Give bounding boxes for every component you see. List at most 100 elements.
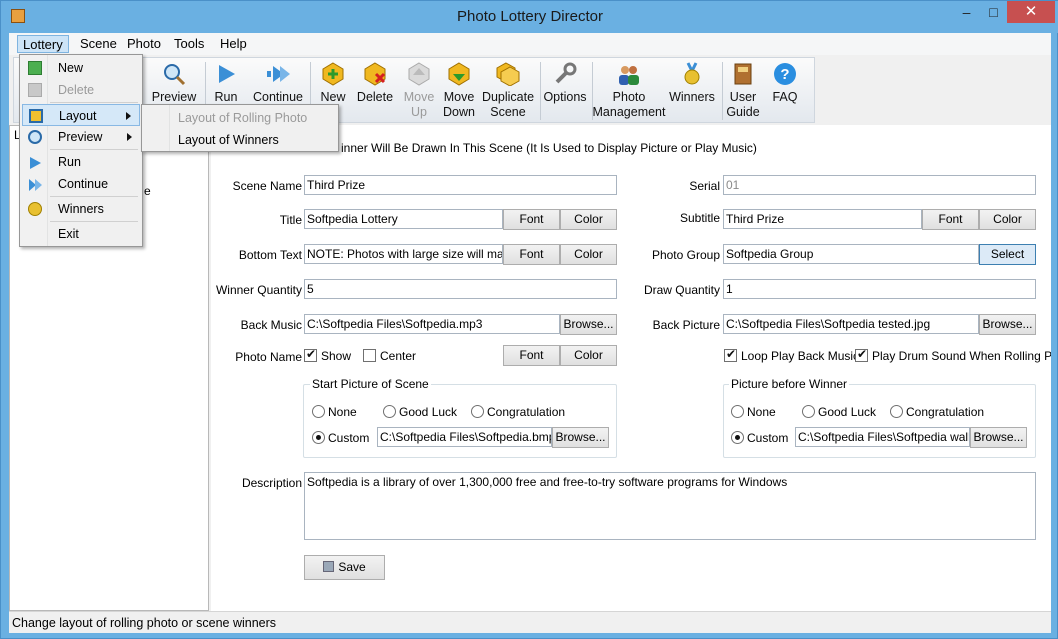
- subtitle-input[interactable]: Third Prize: [723, 209, 922, 229]
- before-none-radio[interactable]: [731, 405, 744, 418]
- faq-button[interactable]: ? FAQ: [766, 60, 804, 105]
- before-good-luck-radio[interactable]: [802, 405, 815, 418]
- photo-group-select-button[interactable]: Select: [979, 244, 1036, 265]
- draw-quantity-label: Draw Quantity: [643, 283, 720, 297]
- play-icon: [28, 155, 42, 169]
- layout-rolling-photo-item[interactable]: Layout of Rolling Photo: [178, 111, 307, 125]
- back-music-browse-button[interactable]: Browse...: [560, 314, 617, 335]
- close-button[interactable]: ✕: [1007, 1, 1055, 23]
- menu-photo[interactable]: Photo: [122, 35, 166, 53]
- magnifier-icon: [162, 62, 186, 86]
- tree-item[interactable]: e: [144, 184, 151, 198]
- start-custom-label: Custom: [328, 431, 370, 445]
- show-checkbox[interactable]: [304, 347, 317, 362]
- draw-quantity-input[interactable]: 1: [723, 279, 1036, 299]
- bottom-font-button[interactable]: Font: [503, 244, 560, 265]
- options-button[interactable]: Options: [542, 60, 588, 105]
- back-music-input[interactable]: C:\Softpedia Files\Softpedia.mp3: [304, 314, 560, 334]
- photo-name-font-button[interactable]: Font: [503, 345, 560, 366]
- photo-name-color-button[interactable]: Color: [560, 345, 617, 366]
- app-window: Photo Lottery Director – □ ✕ Lottery Sce…: [0, 0, 1058, 639]
- menu-continue[interactable]: Continue: [22, 173, 140, 195]
- start-none-radio[interactable]: [312, 405, 325, 418]
- menu-new[interactable]: New: [22, 57, 140, 79]
- center-checkbox[interactable]: [363, 349, 376, 362]
- before-custom-path-input[interactable]: C:\Softpedia Files\Softpedia wallpaper: [795, 427, 970, 447]
- continue-button[interactable]: Continue: [250, 60, 306, 105]
- layout-submenu: Layout of Rolling Photo Layout of Winner…: [141, 104, 339, 152]
- start-good-luck-label: Good Luck: [399, 405, 458, 419]
- wrench-icon: [553, 62, 577, 86]
- play-drum-checkbox[interactable]: [855, 347, 868, 362]
- title-input[interactable]: Softpedia Lottery: [304, 209, 503, 229]
- scene-form: inner Will Be Drawn In This Scene (It Is…: [211, 125, 1051, 611]
- delete-scene-button[interactable]: Delete: [354, 60, 396, 105]
- bottom-text-input[interactable]: NOTE: Photos with large size will make p: [304, 244, 503, 264]
- start-good-luck-radio[interactable]: [383, 405, 396, 418]
- menu-delete[interactable]: Delete: [22, 79, 140, 101]
- winner-quantity-input[interactable]: 5: [304, 279, 617, 299]
- start-custom-radio[interactable]: [312, 431, 325, 444]
- run-button[interactable]: Run: [210, 60, 242, 105]
- back-music-label: Back Music: [240, 318, 302, 332]
- layout-winners-item[interactable]: Layout of Winners: [178, 133, 279, 147]
- move-up-icon: [407, 62, 431, 86]
- back-picture-input[interactable]: C:\Softpedia Files\Softpedia tested.jpg: [723, 314, 979, 334]
- description-textarea[interactable]: Softpedia is a library of over 1,300,000…: [304, 472, 1036, 540]
- photo-management-button[interactable]: Photo Management: [592, 60, 666, 120]
- menu-bar: Lottery Scene Photo Tools Help: [9, 33, 1051, 55]
- subtitle-color-button[interactable]: Color: [979, 209, 1036, 230]
- menu-run[interactable]: Run: [22, 151, 140, 173]
- title-label: Title: [279, 213, 302, 227]
- menu-layout[interactable]: Layout: [22, 104, 140, 126]
- loop-music-checkbox[interactable]: [724, 347, 737, 362]
- before-congratulation-radio[interactable]: [890, 405, 903, 418]
- medal-icon: [680, 62, 704, 86]
- photo-group-input[interactable]: Softpedia Group: [723, 244, 979, 264]
- before-custom-radio[interactable]: [731, 431, 744, 444]
- show-label: Show: [321, 349, 352, 363]
- new-scene-button[interactable]: New: [316, 60, 350, 105]
- menu-winners[interactable]: Winners: [22, 198, 140, 220]
- delete-hexagon-icon: [363, 62, 387, 86]
- start-picture-title: Start Picture of Scene: [310, 377, 431, 391]
- menu-exit[interactable]: Exit: [22, 223, 140, 245]
- minimize-button[interactable]: –: [953, 1, 980, 23]
- start-custom-browse-button[interactable]: Browse...: [552, 427, 609, 448]
- bottom-color-button[interactable]: Color: [560, 244, 617, 265]
- start-congratulation-radio[interactable]: [471, 405, 484, 418]
- svg-text:?: ?: [780, 66, 789, 83]
- move-down-button[interactable]: Move Down: [439, 60, 479, 120]
- start-none-label: None: [328, 405, 357, 419]
- before-custom-browse-button[interactable]: Browse...: [970, 427, 1027, 448]
- duplicate-scene-button[interactable]: Duplicate Scene: [480, 60, 536, 120]
- back-picture-browse-button[interactable]: Browse...: [979, 314, 1036, 335]
- menu-scene[interactable]: Scene: [75, 35, 122, 53]
- serial-input[interactable]: 01: [723, 175, 1036, 195]
- loop-music-label: Loop Play Back Music: [741, 349, 860, 363]
- delete-icon: [28, 83, 42, 97]
- title-color-button[interactable]: Color: [560, 209, 617, 230]
- menu-help[interactable]: Help: [215, 35, 252, 53]
- save-button[interactable]: Save: [304, 555, 385, 580]
- toolbar-separator: [540, 62, 541, 120]
- preview-button[interactable]: Preview: [149, 60, 199, 105]
- menu-lottery[interactable]: Lottery: [17, 35, 69, 53]
- title-font-button[interactable]: Font: [503, 209, 560, 230]
- winners-button[interactable]: Winners: [668, 60, 716, 105]
- new-icon: [28, 61, 42, 75]
- start-custom-path-input[interactable]: C:\Softpedia Files\Softpedia.bmp: [377, 427, 552, 447]
- move-up-button[interactable]: Move Up: [402, 60, 436, 120]
- submenu-arrow-icon: [126, 112, 131, 120]
- form-header: inner Will Be Drawn In This Scene (It Is…: [341, 141, 757, 155]
- user-guide-button[interactable]: User Guide: [724, 60, 762, 120]
- before-none-label: None: [747, 405, 776, 419]
- scene-name-input[interactable]: Third Prize: [304, 175, 617, 195]
- menu-preview[interactable]: Preview: [22, 126, 140, 148]
- maximize-button[interactable]: □: [980, 1, 1007, 23]
- people-icon: [617, 62, 641, 86]
- menu-tools[interactable]: Tools: [169, 35, 209, 53]
- subtitle-font-button[interactable]: Font: [922, 209, 979, 230]
- help-icon: ?: [773, 62, 797, 86]
- winner-quantity-label: Winner Quantity: [215, 283, 302, 297]
